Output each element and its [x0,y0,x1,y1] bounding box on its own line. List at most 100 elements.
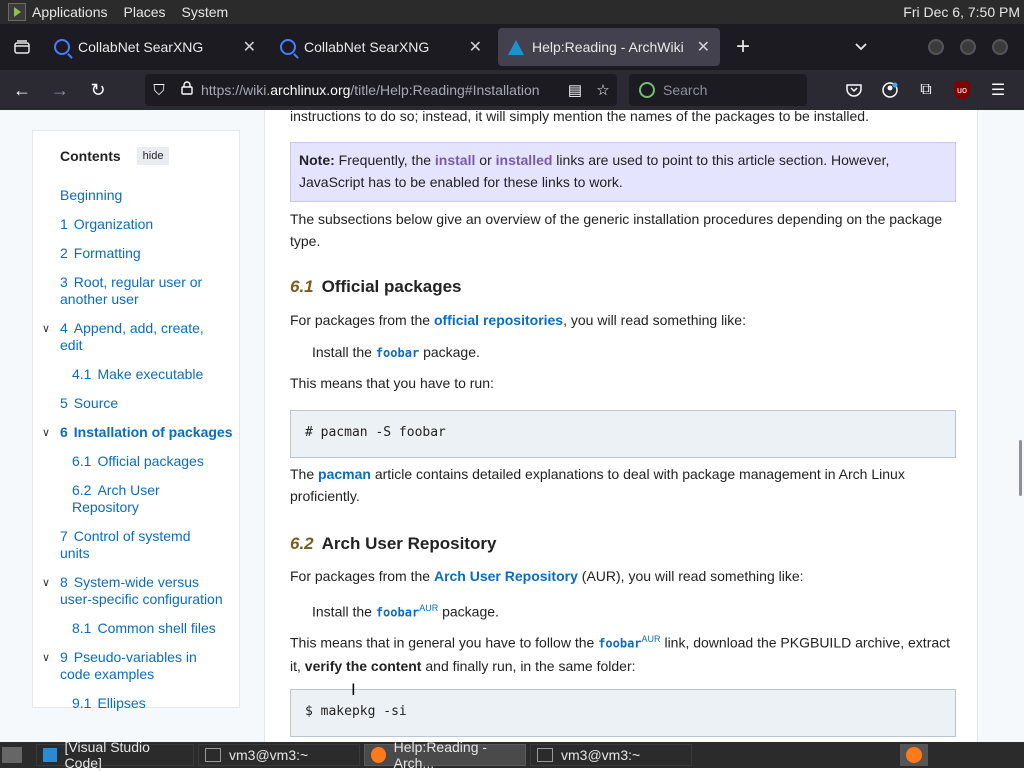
chevron-down-icon[interactable]: ∨ [42,576,50,589]
toc-item-make-executable[interactable]: 4.1 Make executable [72,366,203,383]
searxng-icon [54,39,70,55]
lock-icon[interactable] [173,81,201,99]
toc-item-shell-files[interactable]: 8.1 Common shell files [72,620,216,637]
official-repositories-link[interactable]: official repositories [434,312,563,328]
aur-link[interactable]: Arch User Repository [434,568,578,584]
install-link[interactable]: install [435,152,475,168]
heading-official-packages: 6.1 Official packages [290,277,462,296]
minimize-window-button[interactable] [928,39,944,55]
toc-item-official-packages[interactable]: 6.1 Official packages [72,453,204,470]
close-icon[interactable]: ✕ [697,37,710,57]
navigation-bar: ← → ↻ ⛉ https://wiki.archlinux.org/title… [0,70,1024,110]
toc-hide-button[interactable]: hide [136,147,170,165]
toc-item-installation[interactable]: 6 Installation of packages [60,424,233,441]
toc-item-pseudo-variables[interactable]: 9 Pseudo-variables in code examples [60,649,220,683]
reload-icon[interactable]: ↻ [82,74,114,106]
subsections-paragraph: The subsections below give an overview o… [290,211,943,249]
page-scrollbar[interactable] [1019,440,1022,496]
code-block-pacman[interactable]: # pacman -S foobar [290,410,956,458]
tab-searxng-1[interactable]: CollabNet SearXNG ✕ [44,28,266,66]
pacman-link[interactable]: pacman [318,466,371,482]
applications-menu[interactable]: Applications [32,4,108,20]
toc-item-system-wide[interactable]: 8 System-wide versus user-specific config… [60,574,230,608]
search-input[interactable]: Search [629,74,807,106]
verify-content-link[interactable]: verify the content [305,658,422,674]
forward-arrow-icon[interactable]: → [44,74,76,106]
workspace-firefox-icon[interactable] [900,744,928,766]
clock[interactable]: Fri Dec 6, 7:50 PM [903,4,1020,20]
follow-paragraph: This means that in general you have to f… [290,634,951,674]
toc-item-append[interactable]: 4 Append, add, create, edit [60,320,230,354]
terminal-icon [205,748,221,762]
places-menu[interactable]: Places [124,4,166,20]
menu-hamburger-icon[interactable]: ☰ [980,74,1016,106]
heading-aur: 6.2 Arch User Repository [290,534,497,553]
article-body: instructions to do so; instead, it will … [264,110,978,742]
toc-item-aur[interactable]: 6.2 Arch User Repository [72,482,202,516]
vscode-icon [43,748,57,762]
show-desktop-button[interactable] [2,747,22,763]
tab-label: CollabNet SearXNG [78,39,204,55]
close-icon[interactable]: ✕ [469,37,482,57]
tab-label: CollabNet SearXNG [304,39,430,55]
pacman-paragraph: The pacman article contains detailed exp… [290,466,905,504]
toc-item-root[interactable]: 3 Root, regular user or another user [60,274,230,308]
installed-link[interactable]: installed [496,152,553,168]
toc-item-ellipses[interactable]: 9.1 Ellipses [72,695,146,712]
pocket-icon[interactable] [836,74,872,106]
means-run-paragraph: This means that you have to run: [290,375,494,391]
foobar-package-link[interactable]: foobar [376,346,419,360]
text-cursor-icon: I [351,680,356,699]
code-block-makepkg[interactable]: $ makepkg -si [290,689,956,737]
aur-paragraph: For packages from the Arch User Reposito… [290,568,804,584]
url-text[interactable]: https://wiki.archlinux.org/title/Help:Re… [201,82,551,98]
ublock-icon[interactable]: uo [944,74,980,106]
search-placeholder: Search [663,82,708,98]
url-bar[interactable]: ⛉ https://wiki.archlinux.org/title/Help:… [145,74,617,106]
toc-item-systemd[interactable]: 7 Control of systemd units [60,528,210,562]
back-arrow-icon[interactable]: ← [6,74,38,106]
toc-item-formatting[interactable]: 2 Formatting [60,245,141,262]
searxng-icon [280,39,296,55]
tab-archwiki[interactable]: Help:Reading - ArchWiki ✕ [498,28,720,66]
task-vscode[interactable]: [Visual Studio Code] [36,739,194,771]
firefox-view-icon[interactable] [4,29,40,65]
search-engine-icon[interactable] [639,82,655,98]
install-foobar-aur-line: Install the foobarAUR package. [312,603,499,620]
foobar-aur-link-2[interactable]: foobar [598,637,641,651]
toc-item-source[interactable]: 5 Source [60,395,118,412]
maximize-window-button[interactable] [960,39,976,55]
tracking-shield-icon[interactable]: ⛉ [145,82,173,99]
toc-item-beginning[interactable]: Beginning [60,187,122,204]
task-terminal-1[interactable]: vm3@vm3:~ [198,744,360,766]
toc-item-organization[interactable]: 1 Organization [60,216,153,233]
official-packages-paragraph: For packages from the official repositor… [290,312,746,328]
install-foobar-line: Install the foobar package. [312,344,480,360]
taskbar: [Visual Studio Code] vm3@vm3:~ Help:Read… [0,739,1024,771]
table-of-contents: Contents hide Beginning 1 Organization 2F… [32,130,240,711]
close-icon[interactable]: ✕ [243,37,256,57]
tab-searxng-2[interactable]: CollabNet SearXNG ✕ [270,28,492,66]
foobar-aur-link[interactable]: foobar [376,606,419,620]
task-terminal-2[interactable]: vm3@vm3:~ [530,744,692,766]
system-menu[interactable]: System [182,4,229,20]
arch-icon [508,39,524,55]
page-content: Contents hide Beginning 1 Organization 2F… [0,110,1024,742]
close-window-button[interactable] [992,39,1008,55]
task-firefox[interactable]: Help:Reading - Arch... [364,739,526,771]
intro-paragraph: instructions to do so; instead, it will … [290,110,869,124]
new-tab-button[interactable]: + [736,33,750,61]
reader-view-icon[interactable]: ▤ [561,81,589,99]
extensions-icon[interactable]: ⧉ [908,74,944,106]
terminal-launcher-icon[interactable] [8,3,26,21]
chevron-down-icon[interactable]: ∨ [42,426,50,439]
tab-bar: CollabNet SearXNG ✕ CollabNet SearXNG ✕ … [0,24,1024,70]
account-icon[interactable] [872,74,908,106]
bookmark-star-icon[interactable]: ☆ [589,81,617,99]
chevron-down-icon[interactable]: ∨ [42,322,50,335]
note-box: Note: Frequently, the install or install… [290,142,956,202]
terminal-icon [537,748,553,762]
toc-title: Contents [60,148,121,164]
chevron-down-icon[interactable] [854,39,868,55]
chevron-down-icon[interactable]: ∨ [42,651,50,664]
